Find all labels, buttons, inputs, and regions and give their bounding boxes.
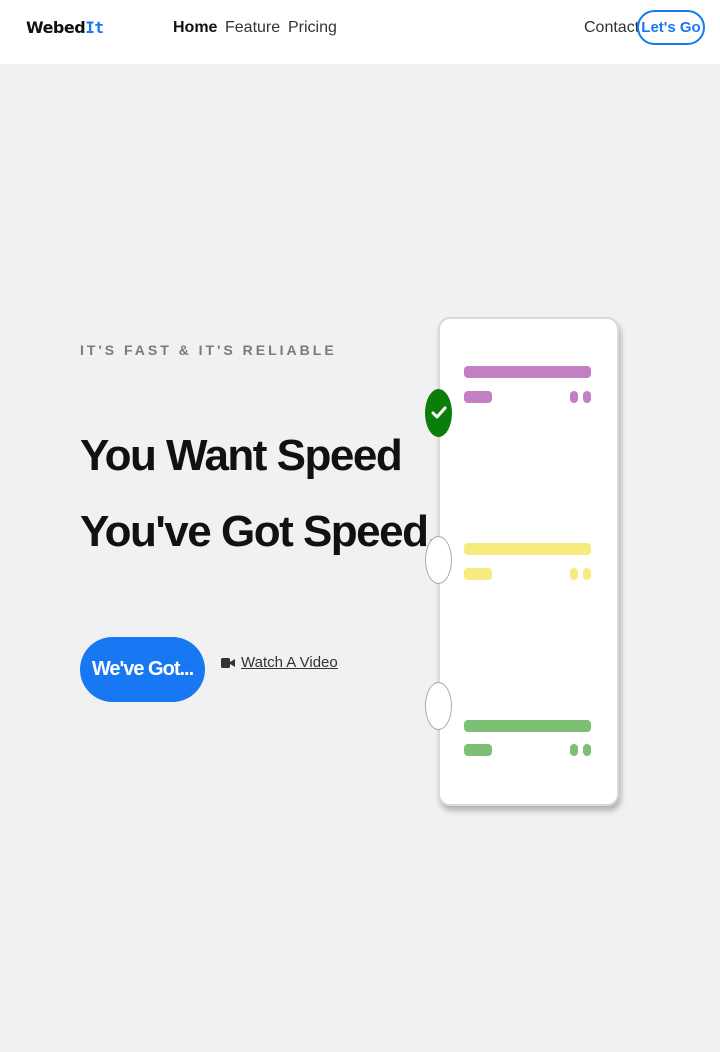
item-3-short-bar (464, 744, 492, 756)
weve-got-button[interactable]: We've Got... (80, 637, 205, 702)
item-3-dot (583, 744, 591, 756)
item-1-dot (583, 391, 591, 403)
nav-link-pricing[interactable]: Pricing (288, 19, 337, 37)
watch-video-link[interactable]: Watch A Video (221, 654, 338, 671)
lets-go-button[interactable]: Let's Go (637, 10, 705, 45)
logo-main: Webed (26, 18, 86, 37)
watch-video-label: Watch A Video (241, 654, 338, 671)
hero-eyebrow: IT'S FAST & IT'S RELIABLE (80, 342, 337, 358)
checkmark-icon (431, 406, 446, 419)
item-2-long-bar (464, 543, 591, 555)
hero-headline: You Want Speed You've Got Speed. (80, 418, 440, 570)
item-1-short-bar (464, 391, 492, 403)
check-circle-icon (425, 389, 452, 437)
empty-circle-icon (425, 682, 452, 730)
headline-line-2: You've Got Speed. (80, 507, 440, 556)
item-1-dot (570, 391, 578, 403)
video-camera-icon (221, 657, 235, 668)
headline-line-1: You Want Speed (80, 431, 403, 480)
logo-accent: It (85, 18, 104, 37)
navbar: WebedIt Home Feature Pricing Contact Let… (0, 0, 720, 64)
logo[interactable]: WebedIt (26, 18, 104, 37)
nav-link-home[interactable]: Home (173, 19, 217, 37)
item-2-short-bar (464, 568, 492, 580)
empty-circle-icon (425, 536, 452, 584)
nav-link-contact[interactable]: Contact (584, 19, 639, 37)
item-1-long-bar (464, 366, 591, 378)
item-3-dot (570, 744, 578, 756)
item-2-dot (583, 568, 591, 580)
checklist-card (438, 317, 619, 806)
nav-link-feature[interactable]: Feature (225, 19, 280, 37)
item-3-long-bar (464, 720, 591, 732)
item-2-dot (570, 568, 578, 580)
